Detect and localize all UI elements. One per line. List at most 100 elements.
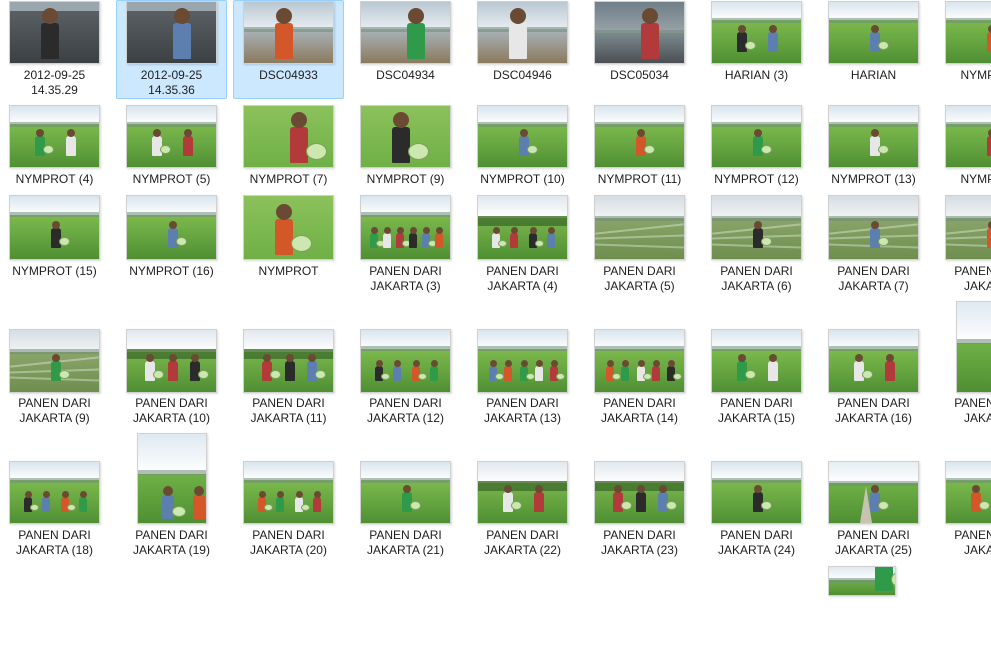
file-item[interactable]: PANEN DARIJAKARTA (14) xyxy=(584,327,695,427)
file-thumbnail[interactable] xyxy=(711,195,802,260)
file-item[interactable]: 2012-09-2514.35.29 xyxy=(0,0,110,99)
file-thumbnail[interactable] xyxy=(594,105,685,168)
file-item[interactable]: PANEN DARIJAKARTA (10) xyxy=(116,327,227,427)
file-thumbnail[interactable] xyxy=(828,566,896,596)
file-name: NYMPROT (9) xyxy=(351,172,460,187)
file-item[interactable]: NYMPROT (15) xyxy=(0,194,110,295)
file-item[interactable]: NYMPROT (4) xyxy=(0,104,110,203)
file-item[interactable]: PANEN DARIJAKARTA (20) xyxy=(233,458,344,559)
file-item[interactable]: PANEN DARIJAKARTA (12) xyxy=(350,327,461,427)
file-item[interactable]: NYMPROT (11) xyxy=(584,104,695,203)
file-item[interactable]: PANEN DARIJAKARTA (5) xyxy=(584,194,695,295)
file-item[interactable]: PANEN DARIJAKARTA (15) xyxy=(701,327,812,427)
file-thumbnail[interactable] xyxy=(711,105,802,168)
file-thumbnail[interactable] xyxy=(945,461,991,524)
file-thumbnail[interactable] xyxy=(828,105,919,168)
thumbnail-person-head xyxy=(871,129,879,137)
file-item[interactable]: 2012-09-2514.35.36 xyxy=(116,0,227,99)
thumbnail-person-head xyxy=(871,221,879,229)
file-item[interactable]: DSC05034 xyxy=(584,0,695,99)
file-thumbnail[interactable] xyxy=(360,461,451,524)
file-thumbnail[interactable] xyxy=(360,105,451,168)
file-thumbnail[interactable] xyxy=(594,195,685,260)
file-thumbnail[interactable] xyxy=(477,195,568,260)
file-item[interactable]: PANEN DARIJAKARTA (9) xyxy=(0,327,110,427)
file-thumbnail[interactable] xyxy=(594,1,685,64)
file-item[interactable]: NYMPROT (13) xyxy=(818,104,929,203)
file-item[interactable]: PANEN DARIJAKARTA xyxy=(935,194,991,295)
file-item[interactable]: NYMPROT xyxy=(935,104,991,203)
file-item[interactable]: DSC04946 xyxy=(467,0,578,99)
file-name-line-1: NYMPROT (7) xyxy=(250,172,328,186)
file-thumbnail[interactable] xyxy=(594,329,685,393)
file-name: PANEN DARIJAKARTA (13) xyxy=(468,396,577,426)
file-thumbnail[interactable] xyxy=(711,461,802,524)
file-thumbnail[interactable] xyxy=(9,1,100,64)
file-thumbnail[interactable] xyxy=(243,329,334,393)
file-item[interactable]: NYMPROT xyxy=(233,194,344,295)
file-item[interactable]: PANEN DARIJAKARTA (3) xyxy=(350,194,461,295)
file-item[interactable]: NYMPROT (10) xyxy=(467,104,578,203)
file-thumbnail[interactable] xyxy=(243,105,334,168)
file-thumbnail[interactable] xyxy=(243,1,334,64)
file-name: PANEN DARIJAKARTA (11) xyxy=(234,396,343,426)
file-item[interactable]: PANEN DARIJAKARTA (23) xyxy=(584,458,695,559)
file-item[interactable]: PANEN DARIJAKARTA xyxy=(935,327,991,427)
file-item[interactable]: PANEN DARIJAKARTA (25) xyxy=(818,458,929,559)
file-thumbnail[interactable] xyxy=(243,195,334,260)
file-item[interactable]: DSC04933 xyxy=(233,0,344,99)
file-thumbnail[interactable] xyxy=(828,1,919,64)
file-thumbnail[interactable] xyxy=(828,329,919,393)
file-item[interactable]: PANEN DARIJAKARTA (13) xyxy=(467,327,578,427)
file-item[interactable]: NYMPROT (12) xyxy=(701,104,812,203)
file-thumbnail[interactable] xyxy=(956,301,991,393)
file-item[interactable]: PANEN DARIJAKARTA (16) xyxy=(818,327,929,427)
file-item[interactable]: HARIAN xyxy=(818,0,929,99)
file-item[interactable]: NYMPROT (7) xyxy=(233,104,344,203)
file-thumbnail[interactable] xyxy=(945,105,991,168)
file-thumbnail[interactable] xyxy=(360,195,451,260)
file-thumbnail[interactable] xyxy=(9,329,100,393)
file-item[interactable]: NYMPROT (9) xyxy=(350,104,461,203)
file-item[interactable]: PANEN DARIJAKARTA (6) xyxy=(701,194,812,295)
file-thumbnail[interactable] xyxy=(477,1,568,64)
file-item[interactable]: NYMPROT (5) xyxy=(116,104,227,203)
file-thumbnail[interactable] xyxy=(9,461,100,524)
file-thumbnail[interactable] xyxy=(477,329,568,393)
file-item[interactable]: DSC04934 xyxy=(350,0,461,99)
file-item[interactable]: PANEN DARIJAKARTA (18) xyxy=(0,458,110,559)
file-thumbnail[interactable] xyxy=(137,433,207,524)
file-item[interactable]: PANEN DARIJAKARTA (21) xyxy=(350,458,461,559)
file-thumbnail[interactable] xyxy=(711,329,802,393)
file-thumbnail[interactable] xyxy=(126,329,217,393)
file-thumbnail[interactable] xyxy=(126,195,217,260)
file-thumbnail[interactable] xyxy=(9,195,100,260)
file-thumbnail[interactable] xyxy=(360,1,451,64)
file-item[interactable]: PANEN DARIJAKARTA (4) xyxy=(467,194,578,295)
file-item[interactable] xyxy=(0,562,110,672)
file-item[interactable]: PANEN DARIJAKARTA (11) xyxy=(233,327,344,427)
file-thumbnail[interactable] xyxy=(594,461,685,524)
file-thumbnail[interactable] xyxy=(9,105,100,168)
file-thumbnail[interactable] xyxy=(945,195,991,260)
file-item[interactable]: PANEN DARIJAKARTA (24) xyxy=(701,458,812,559)
file-thumbnail[interactable] xyxy=(360,329,451,393)
file-item[interactable]: NYMPROT xyxy=(935,0,991,99)
file-thumbnail[interactable] xyxy=(477,461,568,524)
file-thumbnail[interactable] xyxy=(477,105,568,168)
thumbnail-person-head xyxy=(642,8,658,24)
file-thumbnail[interactable] xyxy=(828,461,919,524)
file-thumbnail[interactable] xyxy=(711,1,802,64)
file-name-line-1: HARIAN xyxy=(851,68,896,82)
file-item[interactable]: PANEN DARIJAKARTA (19) xyxy=(116,458,227,559)
file-thumbnail[interactable] xyxy=(945,1,991,64)
file-item[interactable]: PANEN DARIJAKARTA (22) xyxy=(467,458,578,559)
file-thumbnail[interactable] xyxy=(126,105,217,168)
file-item[interactable]: NYMPROT (16) xyxy=(116,194,227,295)
file-thumbnail[interactable] xyxy=(828,195,919,260)
file-thumbnail[interactable] xyxy=(243,461,334,524)
file-item[interactable]: PANEN DARIJAKARTA (7) xyxy=(818,194,929,295)
file-thumbnail[interactable] xyxy=(126,1,217,64)
file-item[interactable]: PANEN DARIJAKARTA xyxy=(935,458,991,559)
file-item[interactable]: HARIAN (3) xyxy=(701,0,812,99)
